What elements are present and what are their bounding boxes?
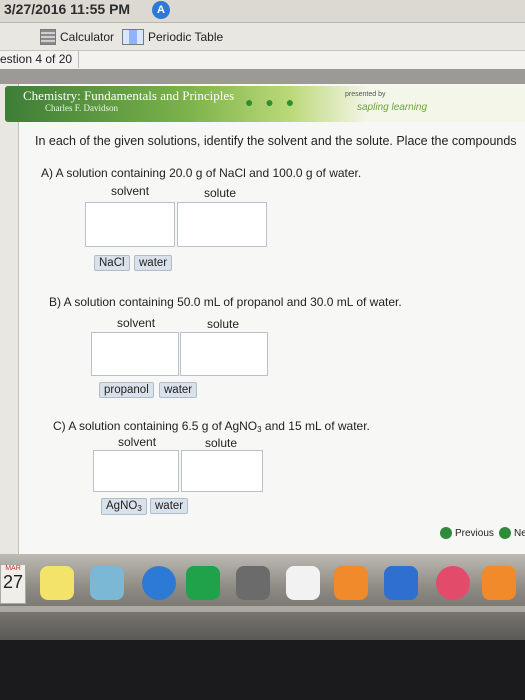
question-c-text: C) A solution containing 6.5 g of AgNO3 … <box>53 419 370 434</box>
subscript: 3 <box>137 504 142 513</box>
question-c-text-start: C) A solution containing 6.5 g of AgNO <box>53 419 258 433</box>
calendar-day: 27 <box>2 572 24 592</box>
tools-row: Calculator Periodic Table <box>0 24 525 50</box>
datetime: 3/27/2016 11:55 PM <box>4 1 131 17</box>
notes-icon[interactable] <box>40 566 74 600</box>
books-icon[interactable] <box>482 566 516 600</box>
next-button[interactable]: Ne <box>499 525 525 541</box>
dock: MAR 27 <box>0 558 525 610</box>
chip-agno3[interactable]: AgNO3 <box>101 498 147 515</box>
course-author: Charles F. Davidson <box>45 103 119 113</box>
solute-label: solute <box>204 186 237 200</box>
photos-icon[interactable] <box>90 566 124 600</box>
decorative-dots-icon: ● ● ● <box>245 94 299 110</box>
question-c-text-end: and 15 mL of water. <box>261 419 370 433</box>
chip-water-b[interactable]: water <box>159 382 198 398</box>
solute-label: solute <box>207 317 240 331</box>
arrow-left-icon <box>440 527 452 539</box>
question-panel: Chemistry: Fundamentals and Principles C… <box>5 84 525 554</box>
course-banner: Chemistry: Fundamentals and Principles C… <box>5 86 525 122</box>
pages-icon[interactable] <box>286 566 320 600</box>
periodic-table-link[interactable]: Periodic Table <box>122 28 223 46</box>
messages-icon[interactable] <box>142 566 176 600</box>
status-bar: 3/27/2016 11:55 PM A <box>0 0 525 23</box>
solvent-label: solvent <box>117 316 156 330</box>
course-title: Chemistry: Fundamentals and Principles <box>23 88 235 103</box>
solute-drop-box-b[interactable] <box>180 332 268 376</box>
sapling-logo: sapling learning <box>357 102 428 113</box>
question-counter: estion 4 of 20 <box>0 51 80 68</box>
calendar-month: MAR <box>5 565 21 572</box>
solvent-label: solvent <box>118 435 157 449</box>
question-b-text: B) A solution containing 50.0 mL of prop… <box>49 295 402 309</box>
solvent-drop-box-a[interactable] <box>85 202 175 247</box>
periodic-table-label: Periodic Table <box>148 30 224 44</box>
solvent-label: solvent <box>111 184 150 198</box>
separator <box>0 69 525 84</box>
chip-water-a[interactable]: water <box>134 255 173 271</box>
music-icon[interactable] <box>436 566 470 600</box>
instructions: In each of the given solutions, identify… <box>35 134 517 148</box>
facetime-icon[interactable] <box>186 566 220 600</box>
question-counter-bar: estion 4 of 20 <box>0 50 525 70</box>
arrow-right-icon <box>499 527 511 539</box>
solute-label: solute <box>205 436 238 450</box>
app-badge-icon[interactable]: A <box>152 1 170 19</box>
keynote-icon[interactable] <box>384 566 418 600</box>
calculator-label: Calculator <box>60 30 115 44</box>
numbers-icon[interactable] <box>334 566 368 600</box>
presented-by-label: presented by <box>345 91 386 98</box>
previous-button[interactable]: Previous <box>440 525 494 541</box>
dock-shelf <box>0 606 525 612</box>
calculator-link[interactable]: Calculator <box>40 28 114 46</box>
question-a-text: A) A solution containing 20.0 g of NaCl … <box>41 166 362 180</box>
chip-propanol[interactable]: propanol <box>99 382 154 398</box>
periodic-table-icon <box>122 29 144 45</box>
next-label: Ne <box>514 527 525 539</box>
calculator-icon <box>40 29 56 45</box>
chip-nacl[interactable]: NaCl <box>94 255 130 271</box>
solute-drop-box-c[interactable] <box>181 450 263 492</box>
calendar-icon[interactable]: MAR 27 <box>0 564 26 604</box>
solute-drop-box-a[interactable] <box>177 202 267 247</box>
previous-label: Previous <box>455 527 494 539</box>
chip-agno3-label: AgNO <box>106 500 138 512</box>
solvent-drop-box-b[interactable] <box>91 332 179 376</box>
chip-water-c[interactable]: water <box>150 498 189 514</box>
solvent-drop-box-c[interactable] <box>93 450 179 492</box>
screen: 3/27/2016 11:55 PM A Calculator Periodic… <box>0 0 525 640</box>
photo-booth-icon[interactable] <box>236 566 270 600</box>
